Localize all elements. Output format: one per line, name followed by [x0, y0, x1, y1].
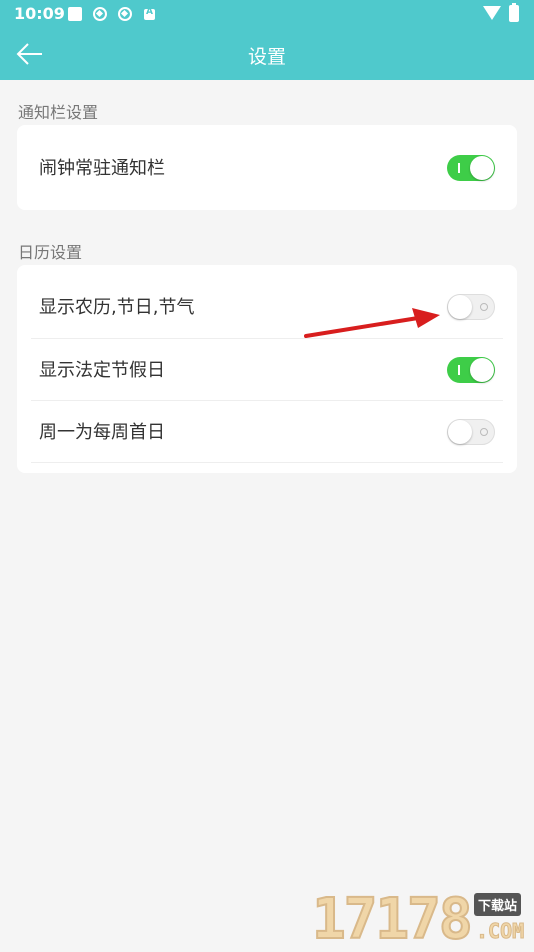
section-title-notification: 通知栏设置: [18, 103, 99, 122]
wifi-icon: [483, 6, 501, 20]
watermark-suffix: .COM: [475, 919, 525, 944]
toggle-knob: [448, 295, 472, 319]
lunar-festivals-toggle[interactable]: [447, 294, 495, 320]
alarm-notification-toggle[interactable]: [447, 155, 495, 181]
setting-label: 闹钟常驻通知栏: [39, 158, 165, 179]
toggle-off-mark-icon: [480, 303, 488, 311]
a-app-icon: [144, 7, 155, 20]
sync-app-icon-2: [118, 7, 132, 21]
notification-square-icon: [68, 7, 82, 21]
calendar-settings-card: 显示农历,节日,节气 显示法定节假日 周一为每周首日: [17, 265, 517, 473]
toggle-knob: [470, 156, 494, 180]
battery-icon: [509, 3, 519, 22]
sync-app-icon: [93, 7, 107, 21]
toggle-on-mark-icon: [458, 365, 460, 375]
notification-settings-card: 闹钟常驻通知栏: [17, 125, 517, 210]
monday-first-toggle[interactable]: [447, 419, 495, 445]
setting-row-alarm-notification[interactable]: 闹钟常驻通知栏: [17, 136, 517, 198]
legal-holidays-toggle[interactable]: [447, 357, 495, 383]
watermark-tag: 下载站: [474, 893, 522, 916]
section-title-calendar: 日历设置: [18, 243, 83, 262]
site-watermark: 17178 下载站 .COM: [308, 885, 534, 952]
setting-row-monday-first[interactable]: 周一为每周首日: [17, 400, 517, 462]
status-bar: 10:09: [0, 0, 534, 28]
setting-row-lunar-festivals[interactable]: 显示农历,节日,节气: [17, 275, 517, 337]
app-header: 10:09 设置: [0, 0, 534, 80]
setting-label: 显示农历,节日,节气: [39, 297, 195, 318]
watermark-digits: 17178: [311, 886, 474, 952]
setting-row-legal-holidays[interactable]: 显示法定节假日: [17, 338, 517, 400]
back-button[interactable]: [14, 38, 46, 70]
setting-label: 周一为每周首日: [39, 422, 165, 443]
page-title: 设置: [247, 46, 286, 68]
toggle-knob: [470, 358, 494, 382]
status-time: 10:09: [14, 4, 65, 23]
back-arrow-icon: [16, 43, 42, 65]
toggle-knob: [448, 420, 472, 444]
setting-label: 显示法定节假日: [39, 360, 165, 381]
row-divider: [31, 462, 503, 463]
toggle-on-mark-icon: [458, 163, 460, 173]
toggle-off-mark-icon: [480, 428, 488, 436]
